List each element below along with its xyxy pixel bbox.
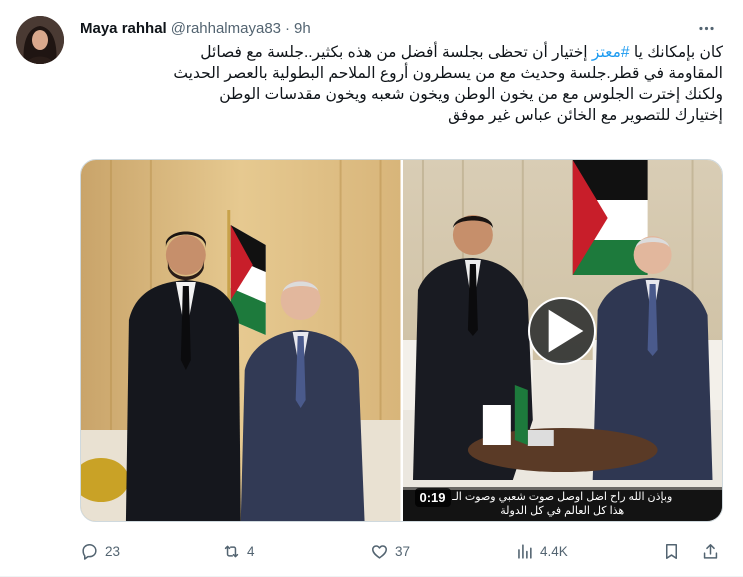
retweet-count: 4 — [247, 543, 255, 559]
reply-count: 23 — [105, 543, 121, 559]
tweet-actions: 23 4 37 4.4K — [80, 536, 723, 566]
more-options-button[interactable] — [689, 11, 723, 45]
video[interactable]: وبإذن الله راح اضل اوصل صوت شعبي وصوت ال… — [402, 160, 722, 521]
media-container: وبإذن الله راح اضل اوصل صوت شعبي وصوت ال… — [80, 159, 723, 522]
photo[interactable] — [81, 160, 401, 521]
tweet-text-line1-suffix: إختيار أن تحظى بجلسة أفضل من هذه بكثير..… — [200, 44, 588, 61]
tweet-text: كان بإمكانك يا #معتز إختيار أن تحظى بجلس… — [80, 42, 723, 126]
views-count: 4.4K — [540, 543, 568, 559]
tweet-text-line-4: إختيارك للتصوير مع الخائن عباس غير موفق — [448, 107, 723, 124]
video-duration-badge: 0:19 — [414, 488, 451, 507]
retweet-icon — [224, 545, 239, 557]
play-button[interactable] — [528, 296, 597, 365]
reply-icon — [82, 543, 97, 560]
bookmark-icon — [665, 543, 678, 559]
author-handle[interactable]: @rahhalmaya83 — [171, 20, 281, 37]
bookmark-button[interactable] — [662, 536, 681, 566]
tweet-text-line-2: المقاومة في قطر.جلسة وحديث مع من يسطرون … — [173, 65, 723, 82]
tweet-header: Maya rahhal @rahhalmaya83 · 9h — [80, 17, 723, 39]
reply-button[interactable]: 23 — [80, 536, 120, 566]
avatar[interactable] — [16, 16, 64, 64]
header-separator: · — [285, 19, 291, 37]
share-button[interactable] — [701, 536, 720, 566]
tweet-text-line1-prefix: كان بإمكانك يا — [633, 44, 723, 61]
tweet-text-line-1: كان بإمكانك يا #معتز إختيار أن تحظى بجلس… — [80, 42, 723, 63]
video-caption-line-2: هذا كل العالم في كل الدولة — [500, 505, 625, 517]
tweet-timestamp[interactable]: 9h — [294, 20, 311, 37]
tweet-text-line-3: ولكنك إخترت الجلوس مع من يخون الوطن ويخو… — [219, 86, 723, 103]
like-button[interactable]: 37 — [370, 536, 410, 566]
analytics-icon — [518, 543, 532, 559]
like-count: 37 — [395, 543, 411, 559]
play-icon — [548, 309, 584, 352]
share-icon — [703, 543, 718, 559]
more-icon — [698, 26, 714, 30]
tweet[interactable]: Maya rahhal @rahhalmaya83 · 9h كان بإمكا… — [0, 0, 743, 577]
views-button[interactable]: 4.4K — [515, 536, 568, 566]
photo-image — [81, 160, 401, 521]
author-display-name[interactable]: Maya rahhal — [80, 20, 167, 37]
heart-icon — [372, 544, 387, 559]
retweet-button[interactable]: 4 — [222, 536, 255, 566]
hashtag-link[interactable]: #معتز — [592, 44, 630, 61]
